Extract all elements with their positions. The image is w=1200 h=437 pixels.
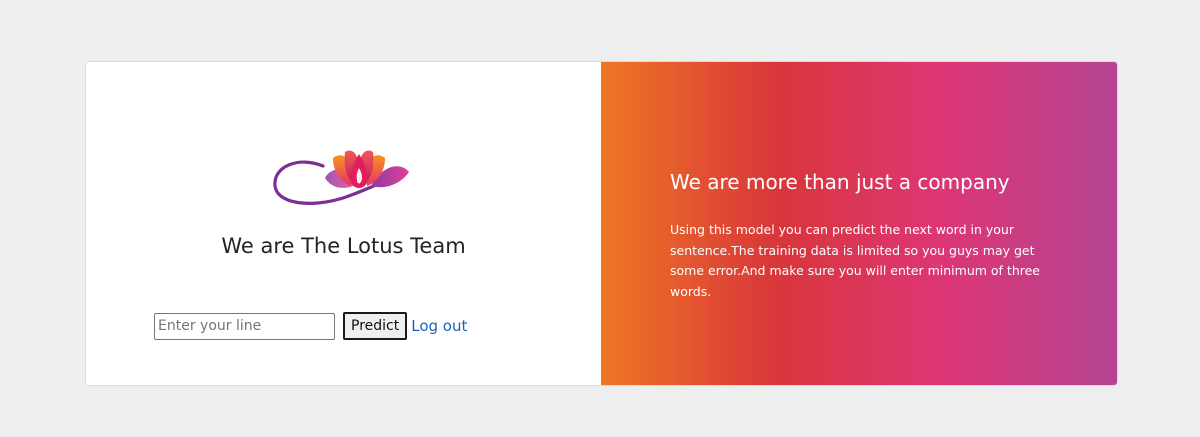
team-title: We are The Lotus Team (221, 234, 466, 258)
logout-link[interactable]: Log out (411, 317, 467, 335)
predict-button[interactable]: Predict (343, 312, 408, 340)
line-input[interactable] (154, 312, 335, 340)
right-panel-description: Using this model you can predict the nex… (670, 222, 1040, 299)
lotus-logo-icon (273, 150, 409, 205)
left-panel: We are The Lotus Team Predict Log out (86, 62, 601, 385)
right-panel: We are more than just a company Using th… (601, 62, 1117, 385)
main-card: We are The Lotus Team Predict Log out We… (85, 61, 1118, 386)
right-panel-title: We are more than just a company (670, 170, 1010, 194)
predict-form: Predict Log out (154, 312, 467, 340)
